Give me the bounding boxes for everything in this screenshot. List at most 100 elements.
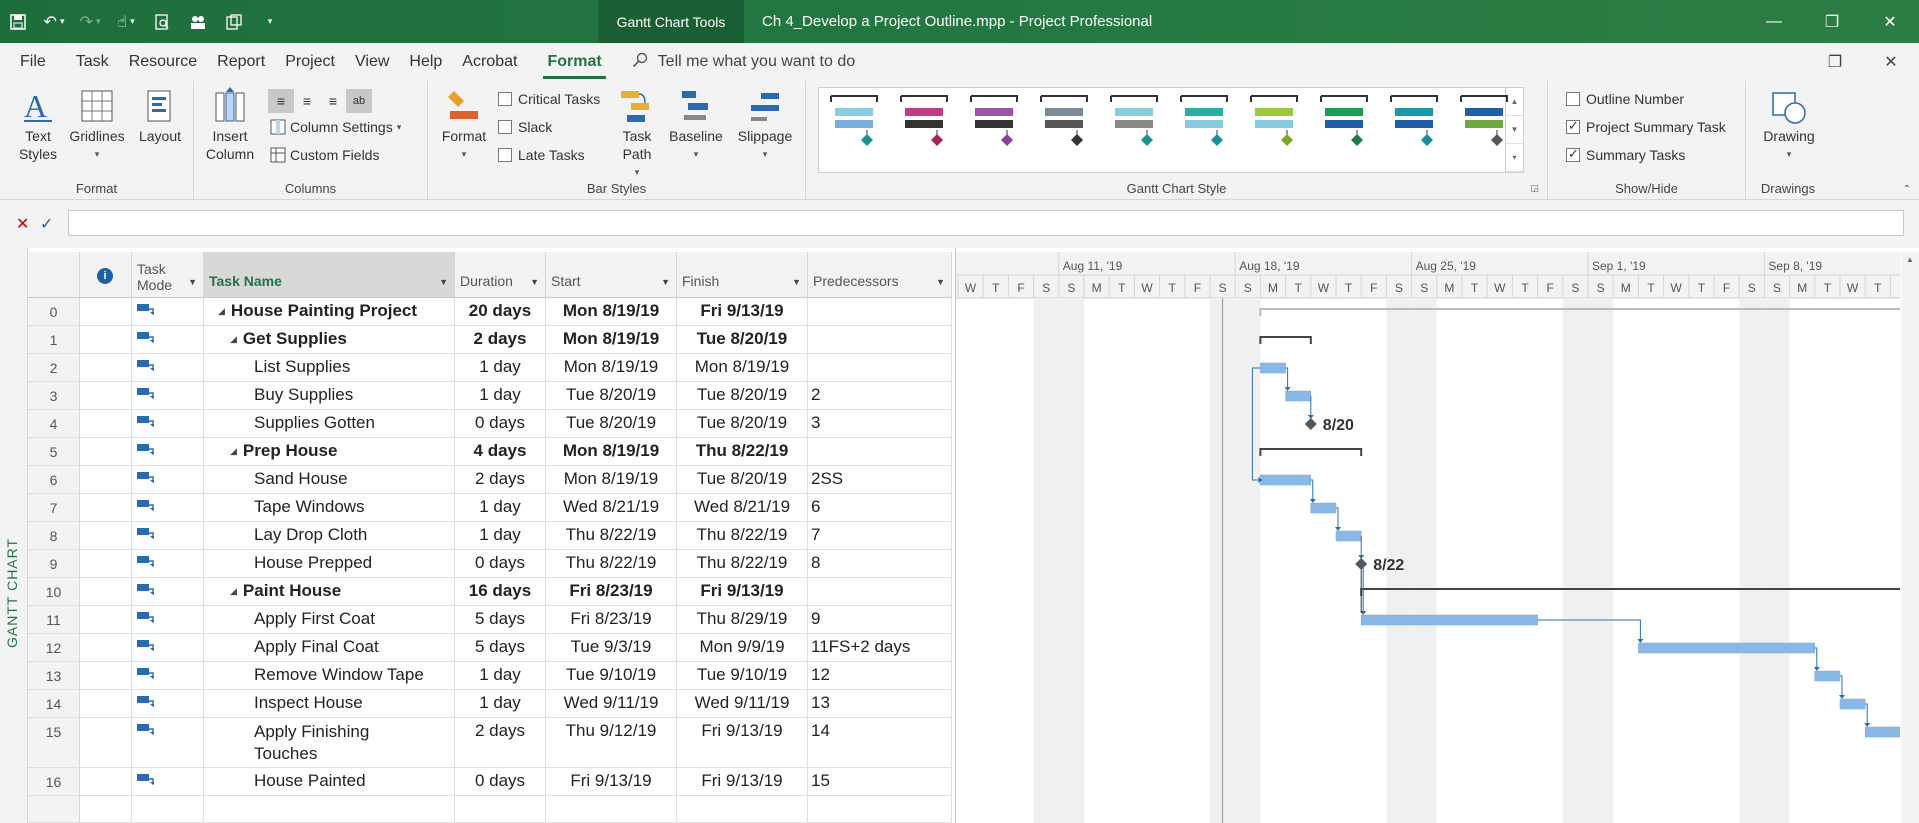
tell-me-search[interactable]: Tell me what you want to do bbox=[632, 52, 855, 73]
tab-project[interactable]: Project bbox=[275, 43, 345, 81]
empty-cell[interactable] bbox=[132, 796, 204, 822]
tab-view[interactable]: View bbox=[345, 43, 399, 81]
start-cell[interactable]: Tue 9/10/19 bbox=[546, 662, 677, 689]
start-cell[interactable]: Tue 9/3/19 bbox=[546, 634, 677, 661]
predecessors-filter-icon[interactable]: ▼ bbox=[936, 277, 945, 287]
finish-cell[interactable]: Fri 9/13/19 bbox=[677, 578, 808, 605]
table-row[interactable]: 8 Lay Drop Cloth 1 day Thu 8/22/19 Thu 8/22/… bbox=[28, 522, 952, 550]
task-name-cell[interactable]: Tape Windows bbox=[204, 494, 455, 521]
task-mode-cell[interactable] bbox=[132, 768, 204, 795]
task-mode-cell[interactable] bbox=[132, 410, 204, 437]
text-styles-button[interactable]: A Text Styles bbox=[14, 87, 62, 163]
gantt-style-swatch[interactable] bbox=[827, 94, 881, 156]
column-settings-button[interactable]: Column Settings ▾ bbox=[270, 119, 401, 135]
table-row[interactable]: 9 House Prepped 0 days Thu 8/22/19 Thu 8/22/… bbox=[28, 550, 952, 578]
summary-tasks-checkbox[interactable]: Summary Tasks bbox=[1566, 146, 1685, 163]
finish-cell[interactable]: Tue 8/20/19 bbox=[677, 466, 808, 493]
indicator-cell[interactable] bbox=[80, 522, 132, 549]
task-mode-cell[interactable] bbox=[132, 298, 204, 325]
indicator-cell[interactable] bbox=[80, 662, 132, 689]
indicator-cell[interactable] bbox=[80, 494, 132, 521]
table-row[interactable]: 5 ◢ Prep House 4 days Mon 8/19/19 Thu 8/22/19 bbox=[28, 438, 952, 466]
scroll-up-icon[interactable]: ▲ bbox=[1901, 252, 1919, 268]
task-mode-cell[interactable] bbox=[132, 438, 204, 465]
table-row[interactable]: 0 ◢ House Painting Project 20 days Mon 8/19/… bbox=[28, 298, 952, 326]
finish-cell[interactable]: Mon 9/9/19 bbox=[677, 634, 808, 661]
start-cell[interactable]: Fri 8/23/19 bbox=[546, 578, 677, 605]
task-name-cell[interactable]: ◢ House Painting Project bbox=[204, 298, 455, 325]
table-row[interactable]: 7 Tape Windows 1 day Wed 8/21/19 Wed 8/21/19… bbox=[28, 494, 952, 522]
indicator-cell[interactable] bbox=[80, 606, 132, 633]
table-row[interactable]: 13 Remove Window Tape 1 day Tue 9/10/19 Tue … bbox=[28, 662, 952, 690]
cancel-entry-icon[interactable]: ✕ bbox=[16, 214, 29, 234]
indicator-cell[interactable] bbox=[80, 410, 132, 437]
start-cell[interactable]: Wed 8/21/19 bbox=[546, 494, 677, 521]
task-mode-header[interactable]: Task Mode ▼ bbox=[132, 252, 204, 298]
task-mode-cell[interactable] bbox=[132, 578, 204, 605]
tab-task[interactable]: Task bbox=[66, 43, 119, 81]
start-cell[interactable]: Thu 8/22/19 bbox=[546, 522, 677, 549]
collapse-icon[interactable]: ◢ bbox=[218, 306, 225, 317]
gantt-style-swatch[interactable] bbox=[897, 94, 951, 156]
late-tasks-checkbox[interactable]: Late Tasks bbox=[498, 147, 585, 163]
pred-cell[interactable] bbox=[808, 438, 952, 465]
table-row[interactable]: 6 Sand House 2 days Mon 8/19/19 Tue 8/20/19 2… bbox=[28, 466, 952, 494]
tab-format[interactable]: Format bbox=[537, 43, 611, 81]
collapse-icon[interactable]: ◢ bbox=[230, 446, 237, 457]
pred-cell[interactable]: 9 bbox=[808, 606, 952, 633]
align-left-icon[interactable]: ≡ bbox=[268, 89, 294, 113]
task-mode-cell[interactable] bbox=[132, 522, 204, 549]
duration-cell[interactable]: 0 days bbox=[455, 410, 546, 437]
task-mode-cell[interactable] bbox=[132, 690, 204, 717]
task-mode-filter-icon[interactable]: ▼ bbox=[188, 277, 197, 287]
row-id[interactable]: 1 bbox=[28, 326, 80, 353]
empty-row[interactable] bbox=[28, 796, 952, 823]
gantt-vertical-scrollbar[interactable]: ▲ bbox=[1901, 252, 1919, 823]
resources-icon[interactable] bbox=[180, 0, 216, 43]
finish-cell[interactable]: Fri 9/13/19 bbox=[677, 718, 808, 767]
duration-cell[interactable]: 2 days bbox=[455, 326, 546, 353]
pred-cell[interactable]: 13 bbox=[808, 690, 952, 717]
start-cell[interactable]: Mon 8/19/19 bbox=[546, 466, 677, 493]
print-preview-icon[interactable] bbox=[144, 0, 180, 43]
tab-file[interactable]: File bbox=[0, 43, 66, 81]
indicator-cell[interactable] bbox=[80, 326, 132, 353]
pred-cell[interactable] bbox=[808, 354, 952, 381]
task-name-cell[interactable]: Apply Finishing Touches bbox=[204, 718, 455, 767]
pred-cell[interactable]: 8 bbox=[808, 550, 952, 577]
predecessors-header[interactable]: Predecessors ▼ bbox=[808, 252, 952, 298]
pred-cell[interactable]: 12 bbox=[808, 662, 952, 689]
pred-cell[interactable]: 11FS+2 days bbox=[808, 634, 952, 661]
duration-cell[interactable]: 1 day bbox=[455, 382, 546, 409]
pred-cell[interactable]: 7 bbox=[808, 522, 952, 549]
task-mode-cell[interactable] bbox=[132, 718, 204, 767]
row-id[interactable]: 2 bbox=[28, 354, 80, 381]
task-name-cell[interactable]: House Painted bbox=[204, 768, 455, 795]
task-mode-cell[interactable] bbox=[132, 326, 204, 353]
finish-cell[interactable]: Tue 8/20/19 bbox=[677, 326, 808, 353]
start-cell[interactable]: Mon 8/19/19 bbox=[546, 354, 677, 381]
task-name-cell[interactable]: ◢ Paint House bbox=[204, 578, 455, 605]
row-id[interactable]: 7 bbox=[28, 494, 80, 521]
indicators-header[interactable]: i bbox=[80, 252, 132, 298]
pred-cell[interactable] bbox=[808, 578, 952, 605]
row-id[interactable]: 12 bbox=[28, 634, 80, 661]
empty-cell[interactable] bbox=[546, 796, 677, 822]
indicator-cell[interactable] bbox=[80, 690, 132, 717]
indicator-cell[interactable] bbox=[80, 382, 132, 409]
indicator-cell[interactable] bbox=[80, 354, 132, 381]
collapse-icon[interactable]: ◢ bbox=[230, 334, 237, 345]
task-name-header[interactable]: Task Name ▼ bbox=[204, 252, 455, 298]
outline-number-checkbox[interactable]: Outline Number bbox=[1566, 91, 1684, 107]
task-name-cell[interactable]: Lay Drop Cloth bbox=[204, 522, 455, 549]
finish-cell[interactable]: Wed 9/11/19 bbox=[677, 690, 808, 717]
task-mode-cell[interactable] bbox=[132, 382, 204, 409]
table-row[interactable]: 4 Supplies Gotten 0 days Tue 8/20/19 Tue 8/2… bbox=[28, 410, 952, 438]
empty-cell[interactable] bbox=[204, 796, 455, 822]
entry-field[interactable] bbox=[68, 210, 1904, 236]
confirm-entry-icon[interactable]: ✓ bbox=[40, 214, 53, 234]
custom-fields-button[interactable]: Custom Fields bbox=[270, 147, 379, 163]
duration-cell[interactable]: 2 days bbox=[455, 466, 546, 493]
duration-cell[interactable]: 0 days bbox=[455, 550, 546, 577]
indicator-cell[interactable] bbox=[80, 718, 132, 767]
